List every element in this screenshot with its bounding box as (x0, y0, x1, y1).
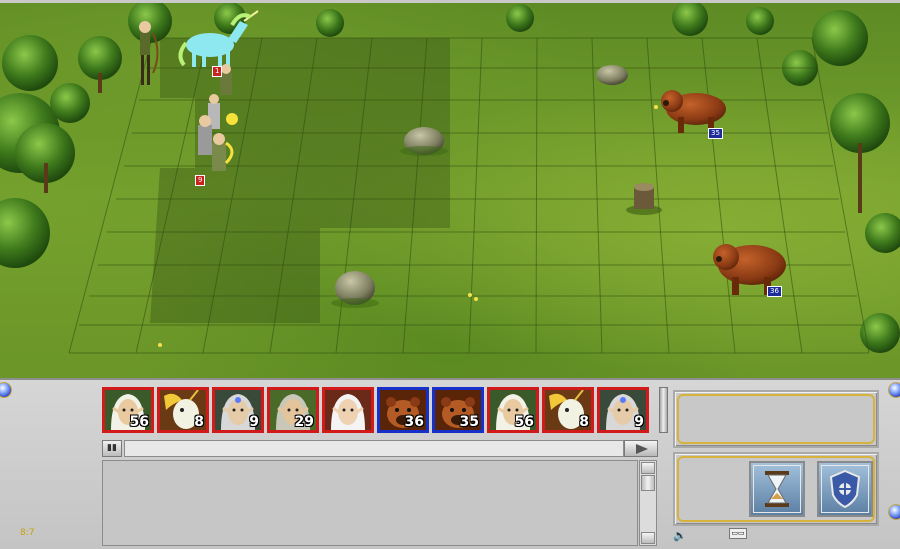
send-button[interactable] (624, 440, 658, 457)
scroll-thumb[interactable] (641, 475, 655, 491)
combat-log[interactable] (102, 460, 638, 546)
bear-sprite-top[interactable] (661, 90, 726, 133)
chat-input[interactable] (124, 440, 624, 457)
unit-info-box (673, 390, 879, 448)
frame-ornament (677, 394, 875, 444)
stack-count-badge: 36 (767, 286, 782, 297)
sound-icon[interactable]: 🔉 (673, 529, 687, 542)
stack-count-badge: 9 (195, 175, 206, 186)
turn-queue-card[interactable]: 35 (432, 387, 484, 433)
rock-obstacle (596, 65, 628, 85)
log-scrollbar[interactable] (639, 460, 657, 546)
scroll-up-button[interactable] (641, 462, 655, 474)
queue-scrollbar[interactable] (659, 387, 668, 433)
chat-input-row: ▮▮ (102, 440, 658, 458)
rock-obstacle (331, 271, 379, 308)
stack-count: 9 (634, 414, 644, 430)
turn-queue-card[interactable]: 56 (487, 387, 539, 433)
stack-count: 9 (249, 414, 259, 430)
combat-panel: 56 8 9 29 36 35 56 8 9 ▮▮ 🔉 ▭▭ 8:7 (0, 378, 900, 549)
gem-ornament (0, 382, 12, 398)
stack-count: 56 (129, 414, 149, 430)
elf-lord-portrait (325, 390, 371, 430)
stack-count: 35 (459, 414, 479, 430)
stack-count: 29 (294, 414, 314, 430)
turn-queue-card[interactable]: 29 (267, 387, 319, 433)
turn-queue-card[interactable]: 36 (377, 387, 429, 433)
turn-queue-card[interactable]: 8 (542, 387, 594, 433)
action-box (673, 452, 879, 526)
chat-toggle-button[interactable]: ▭▭ (729, 528, 747, 539)
turn-order-queue: 56 8 9 29 36 35 56 8 9 (102, 387, 658, 437)
chat-channel-button[interactable]: ▮▮ (102, 440, 122, 457)
defend-button[interactable] (817, 461, 873, 517)
hourglass-icon (765, 471, 789, 507)
gem-ornament (888, 382, 900, 398)
scroll-down-button[interactable] (641, 532, 655, 544)
send-arrow-icon (636, 444, 648, 454)
stack-count: 36 (404, 414, 424, 430)
shield-icon (829, 469, 861, 509)
stack-count: 56 (514, 414, 534, 430)
turn-queue-card[interactable]: 9 (212, 387, 264, 433)
wait-button[interactable] (749, 461, 805, 517)
status-bar: 🔉 ▭▭ (673, 528, 879, 542)
stack-count-badge: 1 (212, 66, 223, 77)
turn-queue-card[interactable]: 9 (597, 387, 649, 433)
gem-ornament (888, 504, 900, 520)
battle-grid[interactable] (0, 3, 900, 378)
coordinates-readout: 8:7 (20, 528, 35, 538)
stack-count: 8 (194, 414, 204, 430)
turn-queue-card[interactable] (322, 387, 374, 433)
battlefield[interactable]: 1 9 35 36 (0, 0, 900, 378)
stack-count-badge: 35 (708, 128, 723, 139)
turn-queue-card[interactable]: 8 (157, 387, 209, 433)
turn-queue-card[interactable]: 56 (102, 387, 154, 433)
stack-count: 8 (579, 414, 589, 430)
